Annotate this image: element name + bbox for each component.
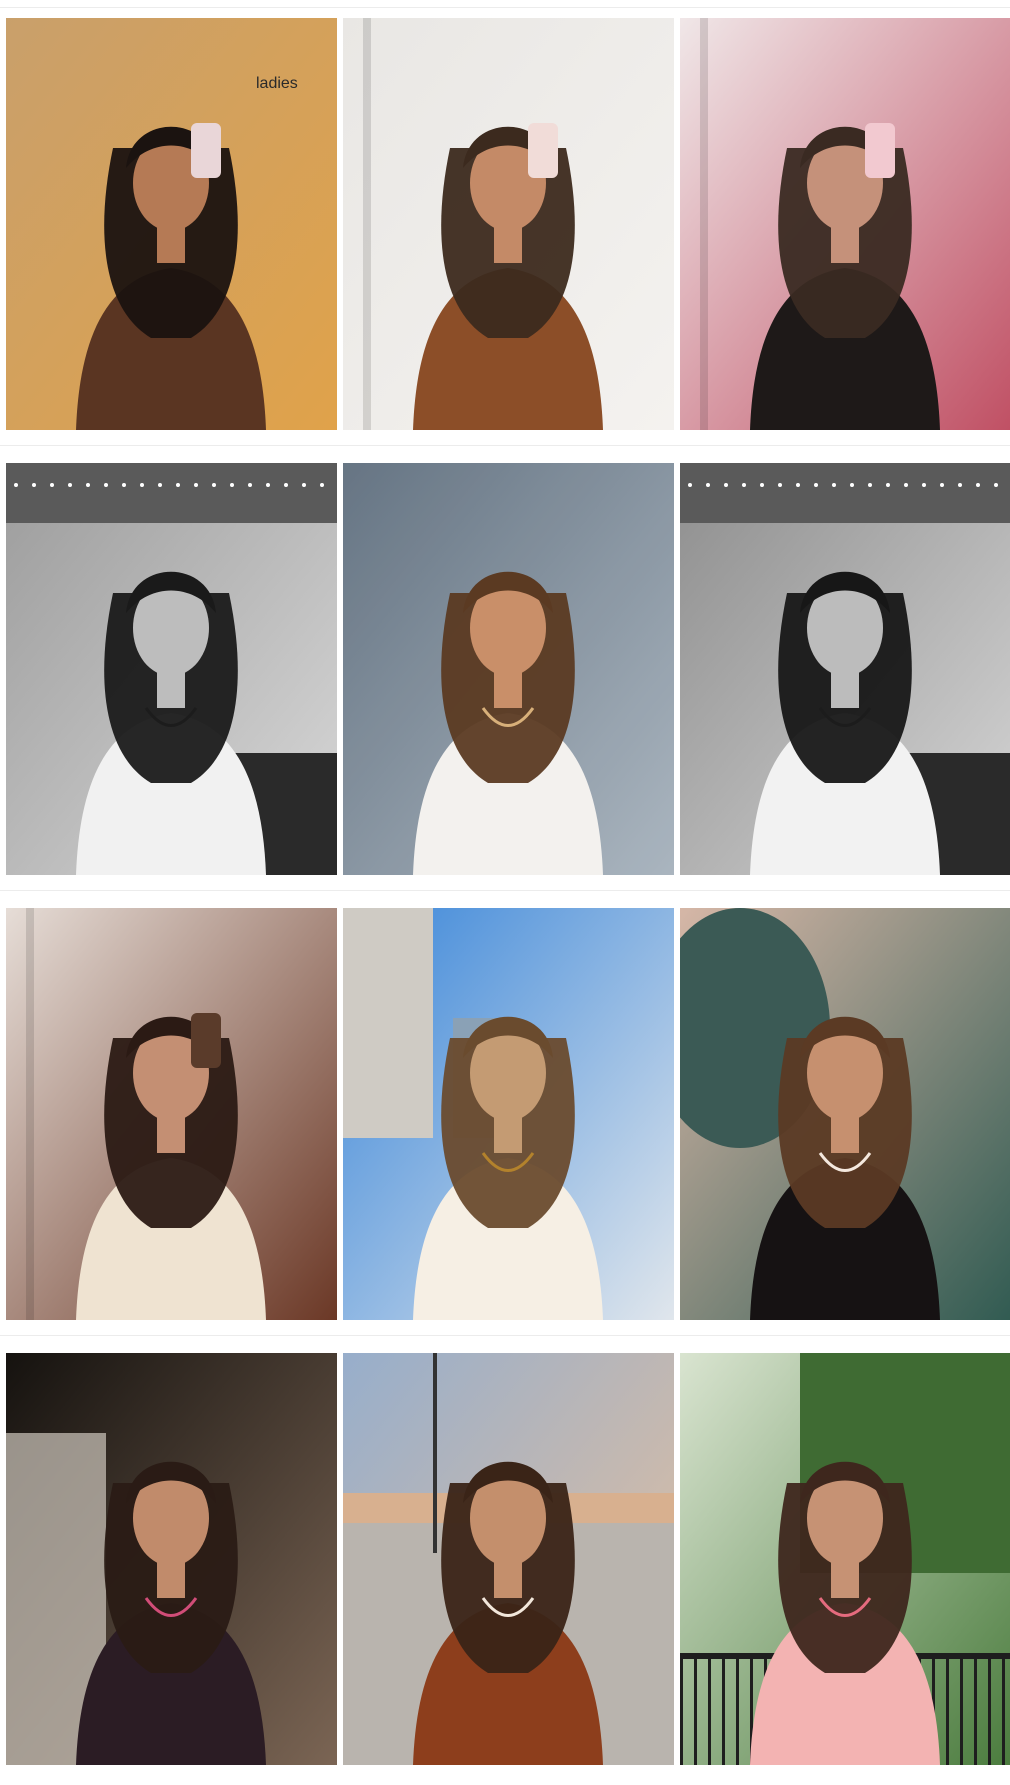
- grid-photo-6[interactable]: [680, 463, 1010, 875]
- grid-photo-4[interactable]: [6, 463, 337, 875]
- grid-photo-2[interactable]: [343, 18, 674, 430]
- photo-thumbnail: [680, 1353, 1010, 1765]
- grid-photo-9[interactable]: [680, 908, 1010, 1320]
- photo-thumbnail: ladies: [6, 18, 337, 430]
- photo-thumbnail: [343, 1353, 674, 1765]
- grid-photo-12[interactable]: [680, 1353, 1010, 1765]
- grid-photo-10[interactable]: [6, 1353, 337, 1765]
- photo-thumbnail: [343, 18, 674, 430]
- grid-photo-1[interactable]: ladies: [6, 18, 337, 430]
- photo-thumbnail: [343, 908, 674, 1320]
- photo-grid: ladies: [0, 0, 1010, 1785]
- photo-thumbnail: [6, 1353, 337, 1765]
- grid-photo-5[interactable]: [343, 463, 674, 875]
- photo-thumbnail: [343, 463, 674, 875]
- grid-photo-11[interactable]: [343, 1353, 674, 1765]
- grid-photo-3[interactable]: [680, 18, 1010, 430]
- grid-photo-7[interactable]: [6, 908, 337, 1320]
- photo-thumbnail: [680, 18, 1010, 430]
- photo-embedded-text: ladies: [256, 75, 298, 92]
- photo-thumbnail: [6, 908, 337, 1320]
- photo-thumbnail: [680, 908, 1010, 1320]
- photo-thumbnail: [6, 463, 337, 875]
- photo-thumbnail: [680, 463, 1010, 875]
- grid-photo-8[interactable]: [343, 908, 674, 1320]
